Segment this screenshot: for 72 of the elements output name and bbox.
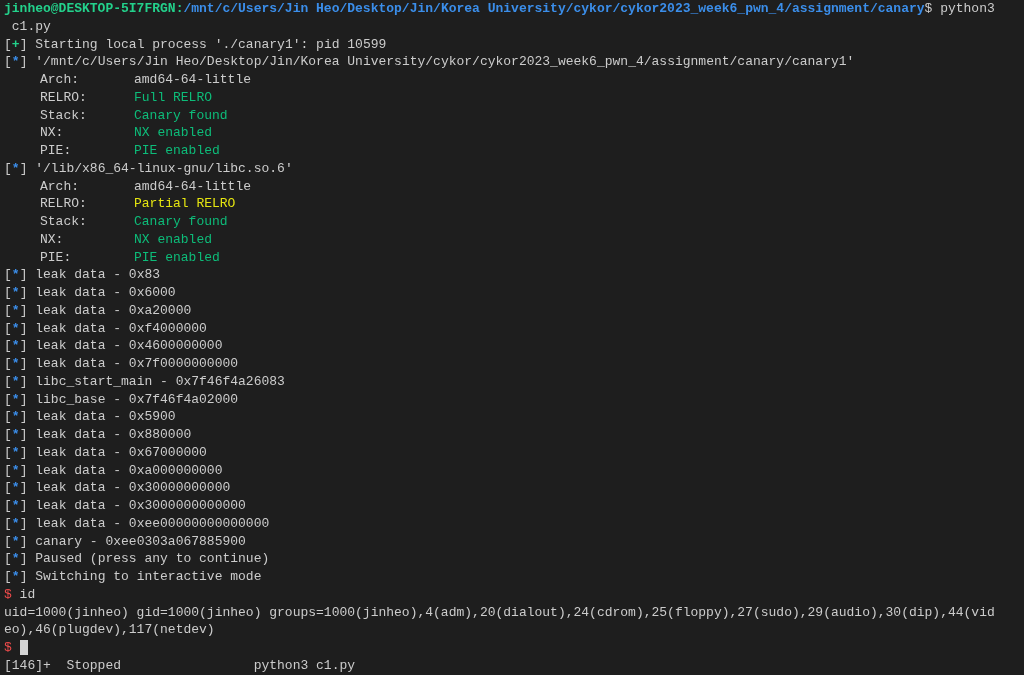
log-message: Switching to interactive mode: [35, 568, 262, 586]
property-label: NX:: [39, 124, 65, 142]
property-label: Stack:: [39, 213, 88, 231]
shell-prompt: $: [4, 639, 12, 657]
log-message: leak data - 0x880000: [35, 426, 192, 444]
property-label: PIE:: [39, 142, 73, 160]
property-label: RELRO:: [39, 88, 88, 107]
log-message: leak data - 0x83: [35, 266, 161, 284]
property-label: NX:: [39, 230, 65, 249]
status-tag: [*]: [4, 390, 28, 409]
log-message: leak data - 0xa20000: [35, 301, 192, 320]
status-tag: [*]: [4, 568, 28, 586]
shell-prompt: $: [4, 585, 12, 604]
property-value: NX enabled: [134, 124, 212, 142]
prompt-user-host: jinheo@DESKTOP-5I7FRGN:: [4, 0, 184, 18]
log-message: leak data - 0x4600000000: [35, 337, 223, 355]
log-message: libc_start_main - 0x7f46f4a26083: [35, 372, 285, 391]
status-tag: [*]: [4, 372, 28, 391]
log-message: leak data - 0x5900: [35, 408, 176, 426]
property-label: Stack:: [39, 106, 88, 125]
prompt-path: /mnt/c/Users/Jin Heo/Desktop/Jin/Korea University/cykor/cykor2023_week6_pwn_4/assignment/canary: [183, 0, 925, 18]
log-message: leak data - 0x67000000: [35, 443, 207, 462]
status-tag: [*]: [4, 497, 28, 515]
property-value: Canary found: [134, 106, 228, 125]
log-message: libc_base - 0x7f46f4a02000: [35, 390, 239, 409]
property-value: PIE enabled: [134, 142, 220, 160]
log-message: '/lib/x86_64-linux-gnu/libc.so.6': [35, 159, 293, 178]
status-tag: [*]: [4, 266, 28, 284]
status-tag: [*]: [4, 514, 28, 533]
log-message: leak data - 0xee00000000000000: [35, 514, 270, 533]
status-tag: [*]: [4, 479, 28, 497]
property-label: Arch:: [39, 177, 80, 196]
property-value: PIE enabled: [134, 248, 220, 267]
log-message: leak data - 0x30000000000: [35, 479, 231, 497]
status-tag: [*]: [4, 319, 28, 338]
property-value: NX enabled: [134, 230, 212, 249]
status-tag: [+]: [4, 35, 28, 54]
status-tag: [*]: [4, 301, 28, 320]
status-tag: [*]: [4, 443, 28, 462]
status-tag: [*]: [4, 461, 28, 480]
log-message: leak data - 0x6000: [35, 284, 176, 302]
property-label: PIE:: [39, 248, 73, 267]
property-label: RELRO:: [39, 195, 88, 213]
output-text: eo),46(plugdev),117(netdev): [4, 621, 215, 639]
status-tag: [*]: [4, 355, 28, 373]
status-tag: [*]: [4, 408, 28, 426]
status-tag: [*]: [4, 337, 28, 355]
property-value: Partial RELRO: [134, 195, 236, 213]
property-value: Canary found: [134, 213, 228, 231]
log-message: Starting local process './canary1': pid 10599: [35, 35, 387, 54]
status-tag: [*]: [4, 284, 28, 302]
property-value: amd64-64-little: [134, 71, 252, 89]
log-message: leak data - 0x7f0000000000: [35, 355, 239, 373]
log-message: leak data - 0x3000000000000: [35, 497, 246, 515]
property-value: Full RELRO: [134, 88, 212, 107]
command-text: $ python3: [924, 0, 995, 18]
log-message: canary - 0xee0303a067885900: [35, 532, 246, 551]
output-text: c1.py: [10, 17, 51, 36]
property-value: amd64-64-little: [134, 177, 252, 196]
command-text: id: [19, 585, 36, 604]
log-message: leak data - 0xf4000000: [35, 319, 207, 338]
log-message: Paused (press any to continue): [35, 550, 270, 568]
status-tag: [*]: [4, 426, 28, 444]
status-tag: [*]: [4, 532, 28, 551]
log-message: leak data - 0xa000000000: [35, 461, 223, 480]
output-text: uid=1000(jinheo) gid=1000(jinheo) groups=1000(jinheo),4(adm),20(dialout),24(cdrom),25(floppy),27(sudo),29(audio),30(dip),44(vid: [4, 603, 995, 622]
status-tag: [*]: [4, 550, 28, 568]
status-tag: [*]: [4, 159, 28, 178]
status-tag: [*]: [4, 53, 28, 71]
log-message: '/mnt/c/Users/Jin Heo/Desktop/Jin/Korea University/cykor/cykor2023_week6_pwn_4/assignment/canary/canary1': [35, 53, 855, 71]
property-label: Arch:: [39, 71, 80, 89]
output-text: [146]+ Stopped python3 c1.py: [4, 656, 356, 675]
